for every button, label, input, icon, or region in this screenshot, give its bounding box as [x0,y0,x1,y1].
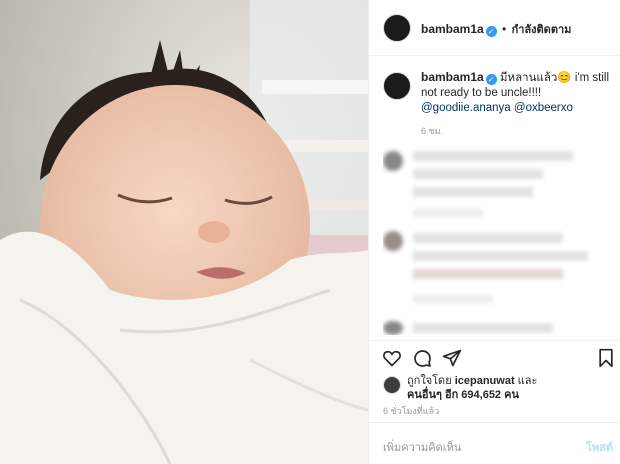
likes-text: ถูกใจโดย icepanuwat และ คนอื่นๆ อีก 694,… [407,374,607,402]
post-sidebar: bambam1a ✓ • กำลังติดตาม bambam1a ✓ มีหลาน… [368,0,620,464]
comment-bar: เพิ่มความคิดเห็น โพสต์ [369,422,620,464]
avatar [383,321,403,335]
avatar[interactable] [383,72,411,100]
header-line: bambam1a ✓ • กำลังติดตาม [421,20,571,38]
blurred-comment [413,269,563,279]
avatar[interactable] [383,14,411,42]
liked-by-label: ถูกใจโดย [407,375,452,387]
blurred-comment [413,187,533,197]
avatar[interactable] [383,376,401,394]
mention-link[interactable]: @oxbeerxo [514,102,573,114]
caption-username-link[interactable]: bambam1a [421,70,484,84]
comment-icon[interactable] [411,347,433,369]
post-comment-button[interactable]: โพสต์ [586,438,613,456]
blurred-comment [413,151,573,161]
verified-badge-icon: ✓ [485,26,497,37]
blurred-comment [413,233,563,243]
caption-text: bambam1a ✓ มีหลานแล้ว😊 i'm still not read… [421,70,611,116]
caption-timestamp: 6 ชม. [421,126,444,136]
avatar [383,151,403,171]
separator-dot: • [502,22,507,36]
following-button[interactable]: กำลังติดตาม [512,24,572,36]
liker-username-link[interactable]: icepanuwat [455,375,515,387]
bookmark-icon[interactable] [595,347,617,369]
comment-input[interactable]: เพิ่มความคิดเห็น [383,438,461,456]
blurred-comment [413,209,483,217]
blurred-comment [413,251,588,261]
blurred-comment [413,295,493,303]
and-label: และ [517,375,538,387]
caption-thai-text: มีหลานแล้ว [499,72,558,84]
username-link[interactable]: bambam1a [421,22,484,36]
post-photo[interactable] [0,0,368,464]
action-bar [369,340,620,372]
smile-emoji: 😊 [557,72,572,84]
newborn-baby-image [0,0,368,464]
avatar [383,231,403,251]
post-timestamp: 6 ชั่วโมงที่แล้ว [383,406,440,416]
comments-list [383,145,611,335]
blurred-comment [413,169,543,179]
others-likes-link[interactable]: คนอื่นๆ อีก 694,652 คน [407,389,519,401]
mention-link[interactable]: @goodiie.ananya [421,102,511,114]
post-header: bambam1a ✓ • กำลังติดตาม [369,0,620,56]
verified-badge-icon: ✓ [485,74,497,85]
blurred-comment [413,323,553,333]
share-icon[interactable] [441,347,463,369]
heart-icon[interactable] [381,347,403,369]
